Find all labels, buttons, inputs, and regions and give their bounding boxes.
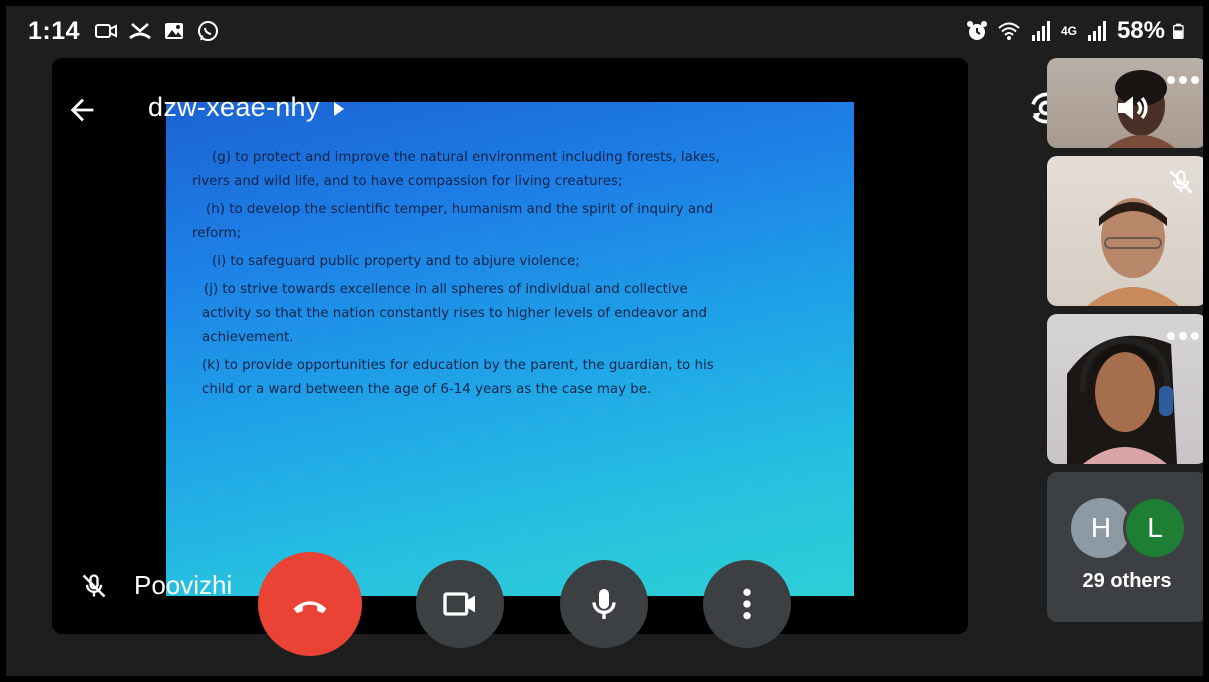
whatsapp-icon: [198, 21, 218, 41]
more-vert-icon: [743, 588, 751, 620]
meet-screen: 1:14 4G 58% (g) to protect and improve t…: [6, 6, 1203, 676]
slide-line: (j) to strive towards excellence in all …: [204, 282, 688, 297]
slide-line: (k) to provide opportunities for educati…: [202, 358, 714, 373]
participant-tile[interactable]: [1047, 58, 1203, 148]
battery-percent: 58%: [1116, 17, 1165, 44]
signal-icon: [1031, 21, 1050, 41]
gallery-icon: [165, 23, 183, 39]
alarm-icon: [966, 21, 987, 40]
more-dots-icon[interactable]: [1167, 76, 1199, 84]
status-time: 1:14: [28, 17, 81, 45]
slide-line: (g) to protect and improve the natural e…: [212, 150, 720, 165]
more-options-button[interactable]: [703, 560, 791, 648]
call-end-icon: [293, 601, 327, 614]
meeting-code: dzw-xeae-nhy: [148, 92, 320, 122]
slide-line: reform;: [192, 226, 242, 241]
mic-off-icon: [1169, 170, 1193, 194]
presenter-label: Poovizhi: [80, 570, 232, 601]
slide-line: child or a ward between the age of 6-14 …: [202, 382, 652, 397]
status-right: 4G 58%: [965, 17, 1189, 45]
videocam-icon: [443, 592, 475, 616]
camera-toggle-button[interactable]: [416, 560, 504, 648]
signal-4g-icon: [1087, 21, 1106, 41]
missed-call-icon: [129, 23, 151, 40]
battery-icon: [1173, 23, 1184, 39]
volume-icon: [1118, 96, 1148, 120]
more-dots-icon[interactable]: [1167, 332, 1199, 340]
slide-line: activity so that the nation constantly r…: [202, 306, 707, 321]
shared-slide: (g) to protect and improve the natural e…: [166, 102, 854, 596]
mic-icon: [592, 589, 616, 619]
back-button[interactable]: [60, 88, 104, 132]
end-call-button[interactable]: [258, 552, 362, 656]
slide-line: rivers and wild life, and to have compas…: [192, 174, 623, 189]
status-left-icons: [94, 19, 220, 43]
others-tile[interactable]: H L 29 others: [1047, 472, 1203, 622]
video-record-icon: [95, 24, 117, 38]
avatar-l: L: [1123, 496, 1187, 560]
arrow-back-icon: [70, 98, 94, 122]
participant-tile[interactable]: [1047, 156, 1203, 306]
presentation-stage[interactable]: (g) to protect and improve the natural e…: [52, 58, 968, 634]
status-bar: 1:14 4G 58%: [6, 6, 1203, 54]
presenter-name: Poovizhi: [134, 570, 233, 600]
mic-off-icon: [82, 573, 106, 597]
others-count: 29 others: [1082, 570, 1172, 592]
participant-tile[interactable]: [1047, 314, 1203, 464]
caret-right-icon: [333, 101, 344, 116]
wifi-icon: [998, 22, 1020, 40]
mic-toggle-button[interactable]: [560, 560, 648, 648]
avatar-h: H: [1071, 498, 1131, 558]
network-type: 4G: [1060, 24, 1077, 38]
slide-line: (i) to safeguard public property and to …: [212, 254, 580, 269]
slide-line: (h) to develop the scientific temper, hu…: [206, 202, 714, 217]
slide-line: achievement.: [202, 330, 294, 345]
meeting-code-button[interactable]: dzw-xeae-nhy: [148, 92, 344, 123]
